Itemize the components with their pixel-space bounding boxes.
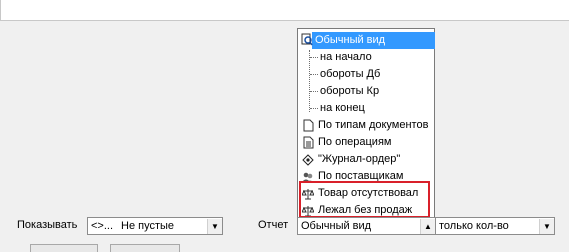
dropdown-item-label: Обычный вид xyxy=(315,34,386,46)
dropdown-item-selected[interactable]: Обычный вид xyxy=(312,32,435,49)
content-area xyxy=(0,0,569,21)
tree-branch xyxy=(310,108,318,109)
dropdown-item-label: обороты Дб xyxy=(320,68,381,80)
tab-stub[interactable] xyxy=(110,244,180,252)
dropdown-item-label: "Журнал-ордер" xyxy=(318,153,401,165)
document-lines-icon xyxy=(302,136,314,149)
tab-stub[interactable] xyxy=(30,244,98,252)
tree-connector xyxy=(309,50,310,112)
tree-branch xyxy=(310,74,318,75)
tree-branch xyxy=(310,57,318,58)
show-label: Показывать xyxy=(17,219,78,231)
chevron-down-icon[interactable]: ▼ xyxy=(207,219,222,234)
highlight-annotation xyxy=(299,181,430,218)
dropdown-item-label: на конец xyxy=(320,102,365,114)
report-combo-value: Обычный вид xyxy=(301,220,372,232)
show-filter-combo[interactable]: <>... Не пустые ▼ xyxy=(87,217,223,235)
diamond-icon xyxy=(302,153,314,166)
report-type-combo[interactable]: Обычный вид ▲ xyxy=(297,217,436,235)
dropdown-item-label: обороты Кр xyxy=(320,85,380,97)
show-combo-prefix: <>... xyxy=(91,220,114,232)
quantity-mode-combo[interactable]: только кол-во ▼ xyxy=(435,217,555,235)
report-label: Отчет xyxy=(258,219,289,231)
document-icon xyxy=(302,119,314,132)
dropdown-item-label: По операциям xyxy=(318,136,392,148)
dropdown-item-label: По типам документов xyxy=(318,119,429,131)
dropdown-item-label: на начало xyxy=(320,51,372,63)
tree-branch xyxy=(310,91,318,92)
qty-combo-value: только кол-во xyxy=(439,220,509,232)
show-combo-value: Не пустые xyxy=(121,220,175,232)
chevron-down-icon[interactable]: ▼ xyxy=(539,219,554,234)
chevron-up-icon[interactable]: ▲ xyxy=(420,219,435,234)
magnifier-doc-icon xyxy=(301,33,313,46)
